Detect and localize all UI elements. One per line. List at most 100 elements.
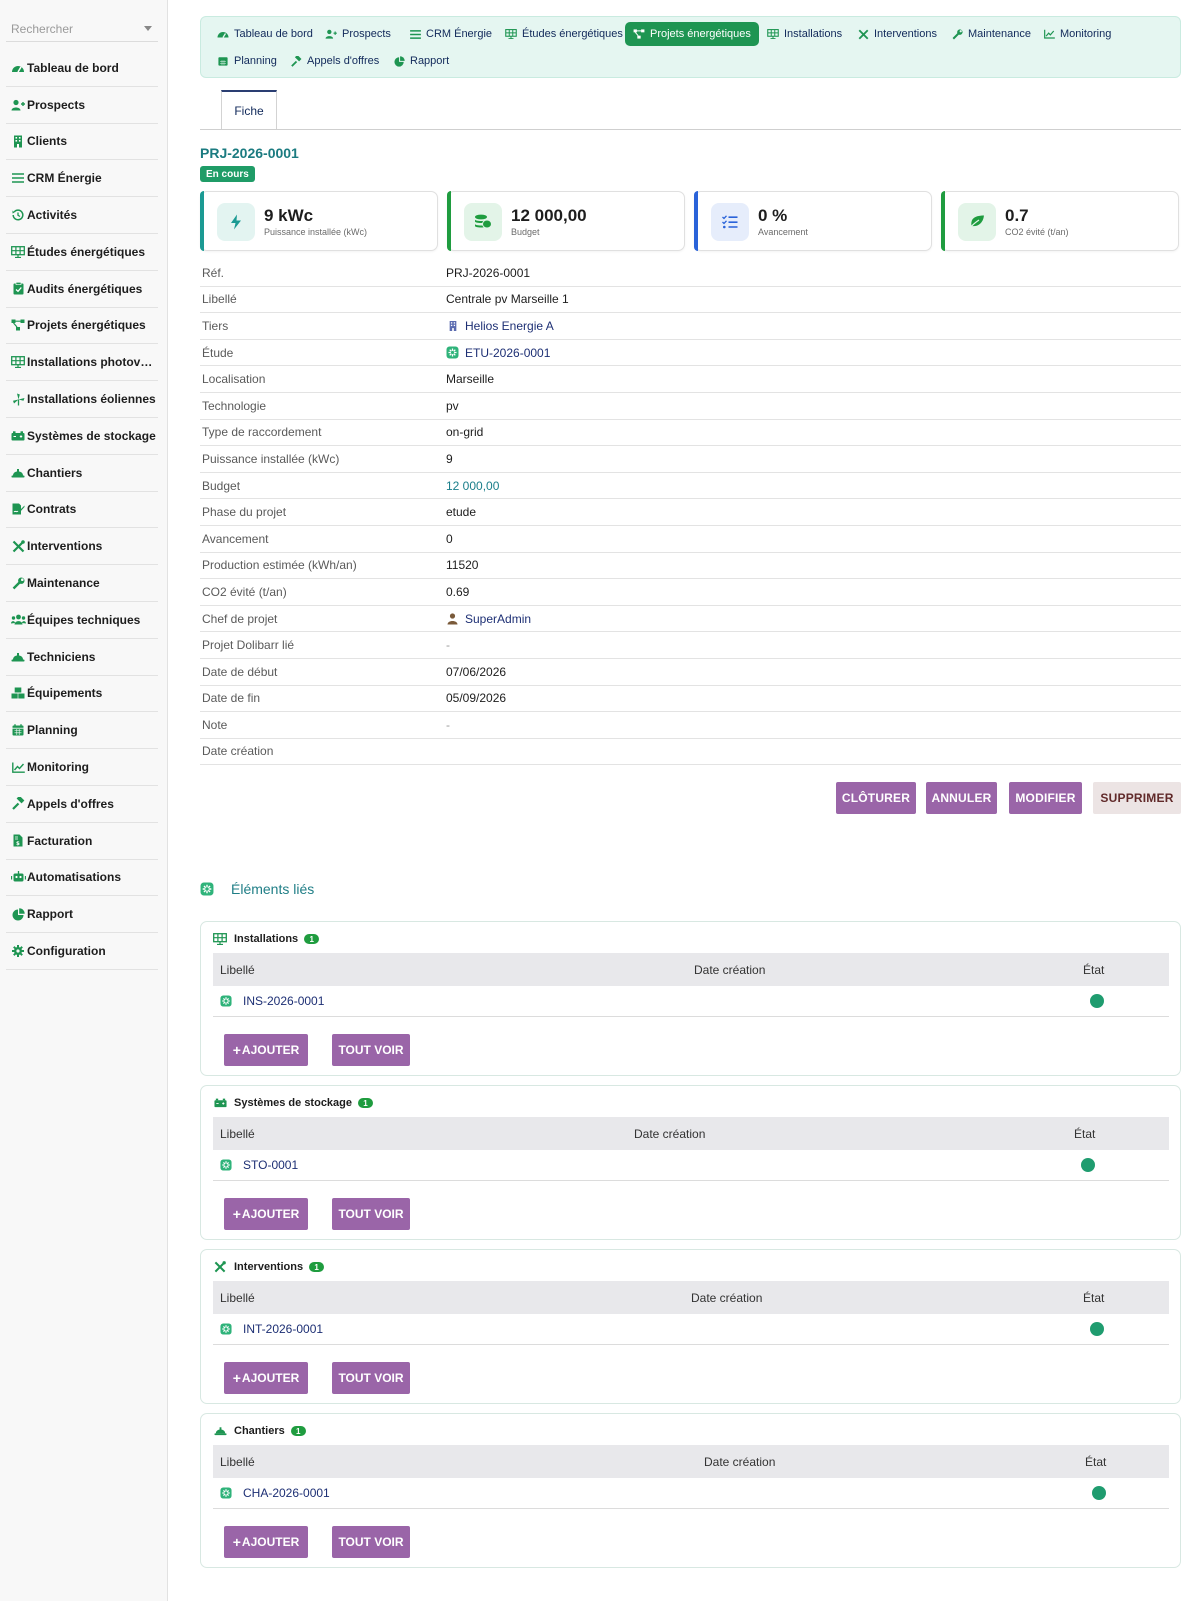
tab-installations[interactable]: Installations [759,22,850,46]
tab-crm-energie[interactable]: CRM Énergie [401,22,500,46]
tab-rapport[interactable]: Rapport [385,49,457,73]
sidebar-item-prospects[interactable]: Prospects [6,87,158,124]
ajouter-button[interactable]: + AJOUTER [224,1198,308,1230]
tab-tableau-de-bord[interactable]: Tableau de bord [209,22,321,46]
ajouter-button[interactable]: + AJOUTER [224,1034,308,1066]
row-link-label: STO-0001 [243,1158,299,1172]
sidebar-item-equipements[interactable]: Équipements [6,676,158,713]
tab-fiche-label: Fiche [234,104,264,118]
tab-label: Tableau de bord [234,28,313,40]
sidebar-item-automatisations[interactable]: Automatisations [6,860,158,897]
supprimer-button[interactable]: SUPPRIMER [1093,782,1181,814]
linked-elements-label: Éléments liés [231,881,315,897]
hard-hat-icon [10,466,26,480]
hard-hat-icon [10,650,26,664]
tab-planning[interactable]: Planning [209,49,285,73]
tab-fiche[interactable]: Fiche [221,90,277,130]
tout-voir-button[interactable]: TOUT VOIR [332,1526,410,1558]
detail-value: 0 [446,531,453,546]
chef-de-projet-link[interactable]: SuperAdmin [446,612,531,626]
tout-voir-button[interactable]: TOUT VOIR [332,1198,410,1230]
chevron-down-icon[interactable] [144,26,152,31]
boxes-icon [10,686,26,700]
sidebar-item-audits-energetiques[interactable]: Audits énergétiques [6,271,158,308]
sidebar-item-tableau-de-bord[interactable]: Tableau de bord [6,50,158,87]
sidebar-item-chantiers[interactable]: Chantiers [6,455,158,492]
plus-icon: + [232,1206,241,1222]
etude-link-label: ETU-2026-0001 [465,345,551,360]
wrench-icon [10,576,26,590]
sidebar-item-clients[interactable]: Clients [6,124,158,161]
sidebar-item-interventions[interactable]: Interventions [6,528,158,566]
detail-row-co2: CO2 évité (t/an) 0.69 [200,579,1181,606]
tout-voir-button[interactable]: TOUT VOIR [332,1362,410,1394]
sidebar-item-techniciens[interactable]: Techniciens [6,639,158,676]
plus-icon: + [232,1042,241,1058]
project-diagram-icon [10,318,26,332]
related-interventions: Interventions 1 Libellé Date création État … [200,1249,1181,1404]
tab-interventions[interactable]: Interventions [849,22,945,46]
tab-appels-d-offres[interactable]: Appels d'offres [282,49,387,73]
sidebar-item-label: Configuration [27,944,106,959]
sidebar-item-configuration[interactable]: Configuration [6,933,158,970]
sidebar-item-label: Techniciens [27,649,96,664]
sidebar-item-label: Installations éoliennes [27,392,156,407]
plus-icon: + [232,1370,241,1386]
sidebar-item-planning[interactable]: Planning [6,712,158,750]
sidebar-item-contrats[interactable]: Contrats [6,492,158,529]
tiers-link[interactable]: Helios Energie A [446,319,554,333]
sidebar-item-etudes-energetiques[interactable]: Études énergétiques [6,234,158,271]
detail-row-dolibarr: Projet Dolibarr lié - [200,632,1181,659]
column-header: Date création [704,1454,776,1469]
detail-row-avancement: Avancement 0 [200,526,1181,553]
related-chantiers: Chantiers 1 Libellé Date création État CHA-… [200,1413,1181,1568]
sidebar-item-installations-eoliennes[interactable]: Installations éoliennes [6,381,158,418]
detail-value: Centrale pv Marseille 1 [446,292,569,307]
cog-icon [10,944,26,958]
sidebar-item-monitoring[interactable]: Monitoring [6,749,158,786]
dashboard-icon [10,61,26,75]
tab-monitoring[interactable]: Monitoring [1035,22,1119,46]
tout-voir-button[interactable]: TOUT VOIR [332,1034,410,1066]
sidebar-item-appels-d-offres[interactable]: Appels d'offres [6,786,158,823]
row-link[interactable]: CHA-2026-0001 [220,1486,330,1500]
ajouter-button[interactable]: + AJOUTER [224,1526,308,1558]
count-badge: 1 [290,1426,306,1436]
ajouter-label: AJOUTER [241,1043,300,1057]
row-link[interactable]: INS-2026-0001 [220,994,324,1008]
detail-key: Localisation [202,372,266,387]
modifier-button[interactable]: MODIFIER [1009,782,1082,814]
table-header: Libellé Date création État [213,1445,1169,1478]
related-installations: Installations 1 Libellé Date création État … [200,921,1181,1076]
annuler-button[interactable]: ANNULER [926,782,997,814]
detail-value: pv [446,398,459,413]
tab-etudes-energetiques[interactable]: Études énergétiques [497,22,631,46]
sidebar-item-systemes-de-stockage[interactable]: Systèmes de stockage [6,418,158,455]
sidebar-item-label: Systèmes de stockage [27,428,156,443]
etude-link[interactable]: ETU-2026-0001 [446,346,550,360]
search-input[interactable]: Rechercher [6,16,158,42]
sidebar-item-rapport[interactable]: Rapport [6,896,158,934]
row-link-label: CHA-2026-0001 [243,1486,330,1500]
project-diagram-icon [633,28,645,40]
status-dot [1090,994,1104,1008]
sidebar-item-facturation[interactable]: $ Facturation [6,823,158,860]
sidebar-item-installations-photovoltaiques[interactable]: Installations photov… [6,344,158,382]
sidebar-item-equipes-techniques[interactable]: Équipes techniques [6,602,158,639]
tab-prospects[interactable]: Prospects [317,22,399,46]
row-link[interactable]: INT-2026-0001 [220,1322,323,1336]
sidebar-item-maintenance[interactable]: Maintenance [6,565,158,602]
detail-row-phase: Phase du projet etude [200,499,1181,526]
sidebar-item-projets-energetiques[interactable]: Projets énergétiques [6,308,158,345]
related-systemes-de-stockage: Systèmes de stockage 1 Libellé Date créati… [200,1085,1181,1240]
kpi-card-co2: 0.7 CO2 évité (t/an) [941,191,1179,251]
column-header: Libellé [220,1454,255,1469]
row-link[interactable]: STO-0001 [220,1158,298,1172]
tab-maintenance[interactable]: Maintenance [943,22,1039,46]
ajouter-button[interactable]: + AJOUTER [224,1362,308,1394]
tab-projets-energetiques[interactable]: Projets énergétiques [625,22,759,46]
tab-label: Planning [234,55,277,67]
sidebar-item-activites[interactable]: Activités [6,197,158,234]
sidebar-item-crm-energie[interactable]: CRM Énergie [6,160,158,198]
cloturer-button[interactable]: CLÔTURER [836,782,916,814]
